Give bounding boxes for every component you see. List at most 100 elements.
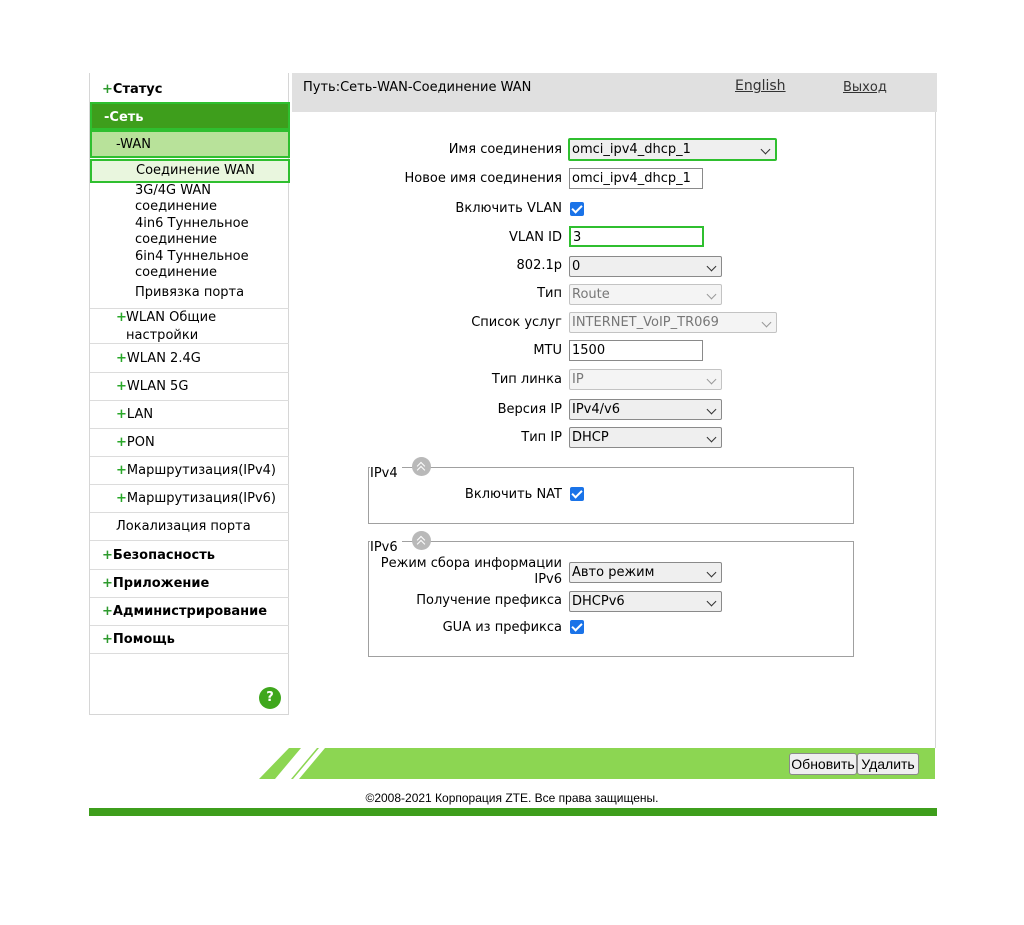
menu-pon-label: PON bbox=[126, 435, 155, 450]
expand-plus-icon: + bbox=[102, 632, 113, 647]
menu-help-label: Помощь bbox=[112, 632, 175, 647]
chevron-down-icon bbox=[706, 261, 717, 272]
type-select: Route bbox=[569, 284, 722, 305]
menu-3g4g-wan[interactable]: 3G/4G WAN соединение bbox=[90, 183, 289, 215]
conn-name-label: Имя соединения bbox=[448, 142, 562, 157]
vlan-id-label: VLAN ID bbox=[508, 230, 562, 245]
expand-plus-icon: + bbox=[102, 604, 113, 619]
mtu-input[interactable]: 1500 bbox=[569, 340, 703, 361]
link-type-select: IP bbox=[569, 369, 722, 390]
chevron-down-icon bbox=[760, 144, 771, 155]
service-list-label: Список услуг bbox=[471, 315, 562, 330]
service-list-value: INTERNET_VoIP_TR069 bbox=[572, 315, 719, 330]
menu-port-localization[interactable]: Локализация порта bbox=[90, 513, 289, 541]
menu-administration[interactable]: +Администрирование bbox=[90, 598, 289, 626]
link-type-value: IP bbox=[572, 372, 584, 387]
chevron-down-icon bbox=[761, 317, 772, 328]
dot1p-label: 802.1p bbox=[516, 258, 562, 273]
dot1p-select[interactable]: 0 bbox=[569, 256, 722, 277]
header-bar: Путь:Сеть-WAN-Соединение WAN English Вых… bbox=[292, 73, 937, 112]
chevron-down-icon bbox=[706, 404, 717, 415]
chevron-down-icon bbox=[706, 289, 717, 300]
gua-label: GUA из префикса bbox=[442, 620, 562, 635]
menu-security-label: Безопасность bbox=[112, 548, 215, 563]
bottom-bar bbox=[89, 808, 937, 816]
nat-enable-checkbox[interactable] bbox=[570, 487, 584, 501]
ip-type-select[interactable]: DHCP bbox=[569, 427, 722, 448]
vlan-enable-label: Включить VLAN bbox=[455, 201, 562, 216]
ipv6-mode-value: Авто режим bbox=[572, 565, 655, 580]
ip-type-label: Тип IP bbox=[521, 430, 562, 445]
ipv6-legend: IPv6 bbox=[370, 540, 402, 555]
menu-wlan-general[interactable]: + WLAN Общие настройки bbox=[90, 309, 289, 344]
menu-application[interactable]: +Приложение bbox=[90, 570, 289, 598]
menu-wan-label: WAN bbox=[120, 137, 151, 152]
gua-checkbox[interactable] bbox=[570, 620, 584, 634]
logout-link[interactable]: Выход bbox=[843, 80, 887, 95]
expand-plus-icon: + bbox=[116, 351, 127, 366]
menu-routing-ipv4-label: Маршрутизация(IPv4) bbox=[126, 463, 276, 478]
menu-lan[interactable]: +LAN bbox=[90, 401, 289, 429]
service-list-select: INTERNET_VoIP_TR069 bbox=[569, 312, 777, 333]
conn-name-value: omci_ipv4_dhcp_1 bbox=[572, 142, 691, 157]
menu-wlan-5[interactable]: +WLAN 5G bbox=[90, 373, 289, 401]
vlan-id-input[interactable]: 3 bbox=[569, 226, 704, 247]
collapse-ipv6-icon[interactable] bbox=[412, 531, 431, 550]
expand-plus-icon: + bbox=[116, 491, 127, 506]
vlan-enable-checkbox[interactable] bbox=[570, 202, 584, 216]
ip-type-value: DHCP bbox=[572, 430, 609, 445]
menu-security[interactable]: +Безопасность bbox=[90, 542, 289, 570]
menu-wan-connection[interactable]: Соединение WAN bbox=[90, 159, 290, 183]
menu-application-label: Приложение bbox=[112, 576, 210, 591]
menu-4in6-tunnel[interactable]: 4in6 Туннельное соединение bbox=[90, 216, 289, 248]
menu-wlan-5-label: WLAN 5G bbox=[126, 379, 189, 394]
chevron-down-icon bbox=[706, 596, 717, 607]
conn-name-select[interactable]: omci_ipv4_dhcp_1 bbox=[568, 138, 777, 161]
expand-plus-icon: + bbox=[116, 379, 127, 394]
menu-routing-ipv6[interactable]: +Маршрутизация(IPv6) bbox=[90, 485, 289, 513]
menu-wlan-24-label: WLAN 2.4G bbox=[126, 351, 201, 366]
delete-button[interactable]: Удалить bbox=[857, 753, 919, 775]
ipv4-legend: IPv4 bbox=[370, 466, 402, 481]
new-name-label: Новое имя соединения bbox=[404, 171, 563, 186]
type-value: Route bbox=[572, 287, 610, 302]
menu-network[interactable]: -Сеть bbox=[90, 102, 290, 130]
chevron-down-icon bbox=[706, 374, 717, 385]
prefix-select[interactable]: DHCPv6 bbox=[569, 591, 722, 612]
menu-wlan-24[interactable]: +WLAN 2.4G bbox=[90, 345, 289, 373]
menu-6in4-tunnel[interactable]: 6in4 Туннельное соединение bbox=[90, 249, 289, 281]
language-link[interactable]: English bbox=[735, 78, 786, 94]
menu-network-label: Сеть bbox=[109, 110, 144, 125]
help-icon[interactable]: ? bbox=[259, 687, 281, 709]
type-label: Тип bbox=[537, 286, 562, 301]
menu-wan[interactable]: -WAN bbox=[90, 130, 290, 158]
menu-port-binding[interactable]: Привязка порта bbox=[90, 285, 289, 309]
content-border bbox=[935, 112, 936, 748]
refresh-button[interactable]: Обновить bbox=[789, 753, 857, 775]
menu-wan-connection-label: Соединение WAN bbox=[136, 163, 255, 178]
menu-administration-label: Администрирование bbox=[112, 604, 268, 619]
link-type-label: Тип линка bbox=[491, 372, 562, 387]
menu-pon[interactable]: +PON bbox=[90, 429, 289, 457]
prefix-value: DHCPv6 bbox=[572, 594, 625, 609]
menu-status[interactable]: +Статус bbox=[90, 76, 289, 104]
new-name-input[interactable]: omci_ipv4_dhcp_1 bbox=[569, 168, 703, 189]
copyright: ©2008-2021 Корпорация ZTE. Все права защ… bbox=[365, 791, 659, 805]
expand-plus-icon: + bbox=[102, 548, 113, 563]
breadcrumb: Путь:Сеть-WAN-Соединение WAN bbox=[303, 80, 532, 95]
ip-version-label: Версия IP bbox=[497, 402, 562, 417]
expand-plus-icon: + bbox=[116, 435, 127, 450]
menu-lan-label: LAN bbox=[126, 407, 154, 422]
ipv6-mode-select[interactable]: Авто режим bbox=[569, 562, 722, 583]
ip-version-select[interactable]: IPv4/v6 bbox=[569, 399, 722, 420]
expand-plus-icon: + bbox=[116, 463, 127, 478]
ipv6-mode-label: Режим сбора информации IPv6 bbox=[380, 556, 562, 587]
mtu-label: MTU bbox=[533, 343, 562, 358]
menu-help[interactable]: +Помощь bbox=[90, 626, 289, 654]
ip-version-value: IPv4/v6 bbox=[572, 402, 620, 417]
collapse-ipv4-icon[interactable] bbox=[412, 457, 431, 476]
chevron-down-icon bbox=[706, 567, 717, 578]
menu-routing-ipv4[interactable]: +Маршрутизация(IPv4) bbox=[90, 457, 289, 485]
prefix-label: Получение префикса bbox=[416, 593, 562, 608]
chevron-down-icon bbox=[706, 432, 717, 443]
